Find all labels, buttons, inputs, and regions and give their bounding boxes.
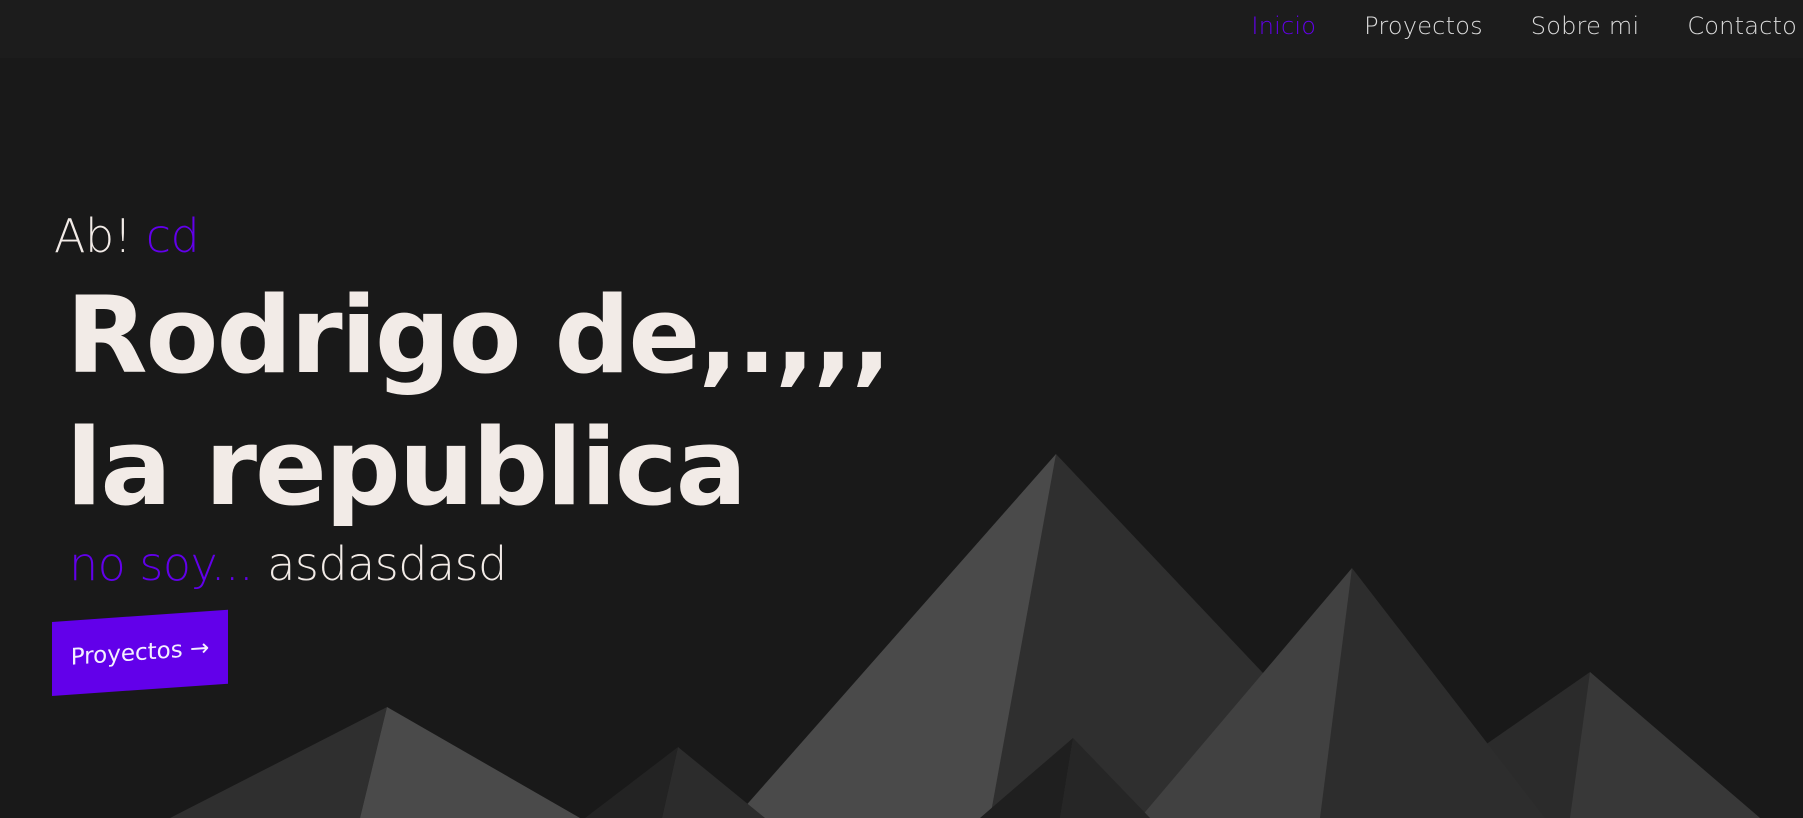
tagline-accent: no soy... bbox=[69, 537, 254, 591]
proyectos-button[interactable]: Proyectos → bbox=[52, 609, 228, 696]
greeting: Ab! cd bbox=[54, 209, 200, 263]
hero-name: Rodrigo de,.,,, la republica bbox=[66, 270, 892, 534]
proyectos-button-label: Proyectos → bbox=[70, 635, 210, 671]
tagline-rest: asdasdasd bbox=[267, 537, 507, 591]
nav-item-sobre-mi[interactable]: Sobre mi bbox=[1531, 8, 1640, 44]
nav-item-inicio[interactable]: Inicio bbox=[1251, 8, 1316, 44]
hero-name-line-1: Rodrigo de,.,,, bbox=[66, 274, 892, 397]
greeting-accent: cd bbox=[145, 209, 200, 263]
hero-name-line-2: la republica bbox=[66, 406, 747, 529]
main-nav: Inicio Proyectos Sobre mi Contacto bbox=[1251, 8, 1803, 44]
page: Inicio Proyectos Sobre mi Contacto Ab! c… bbox=[0, 0, 1803, 818]
hero-section: Ab! cd Rodrigo de,.,,, la republica no s… bbox=[0, 0, 1803, 818]
tagline: no soy... asdasdasd bbox=[69, 537, 507, 591]
nav-item-proyectos[interactable]: Proyectos bbox=[1364, 8, 1483, 44]
nav-item-contacto[interactable]: Contacto bbox=[1687, 8, 1797, 44]
greeting-prefix: Ab! bbox=[54, 209, 132, 263]
